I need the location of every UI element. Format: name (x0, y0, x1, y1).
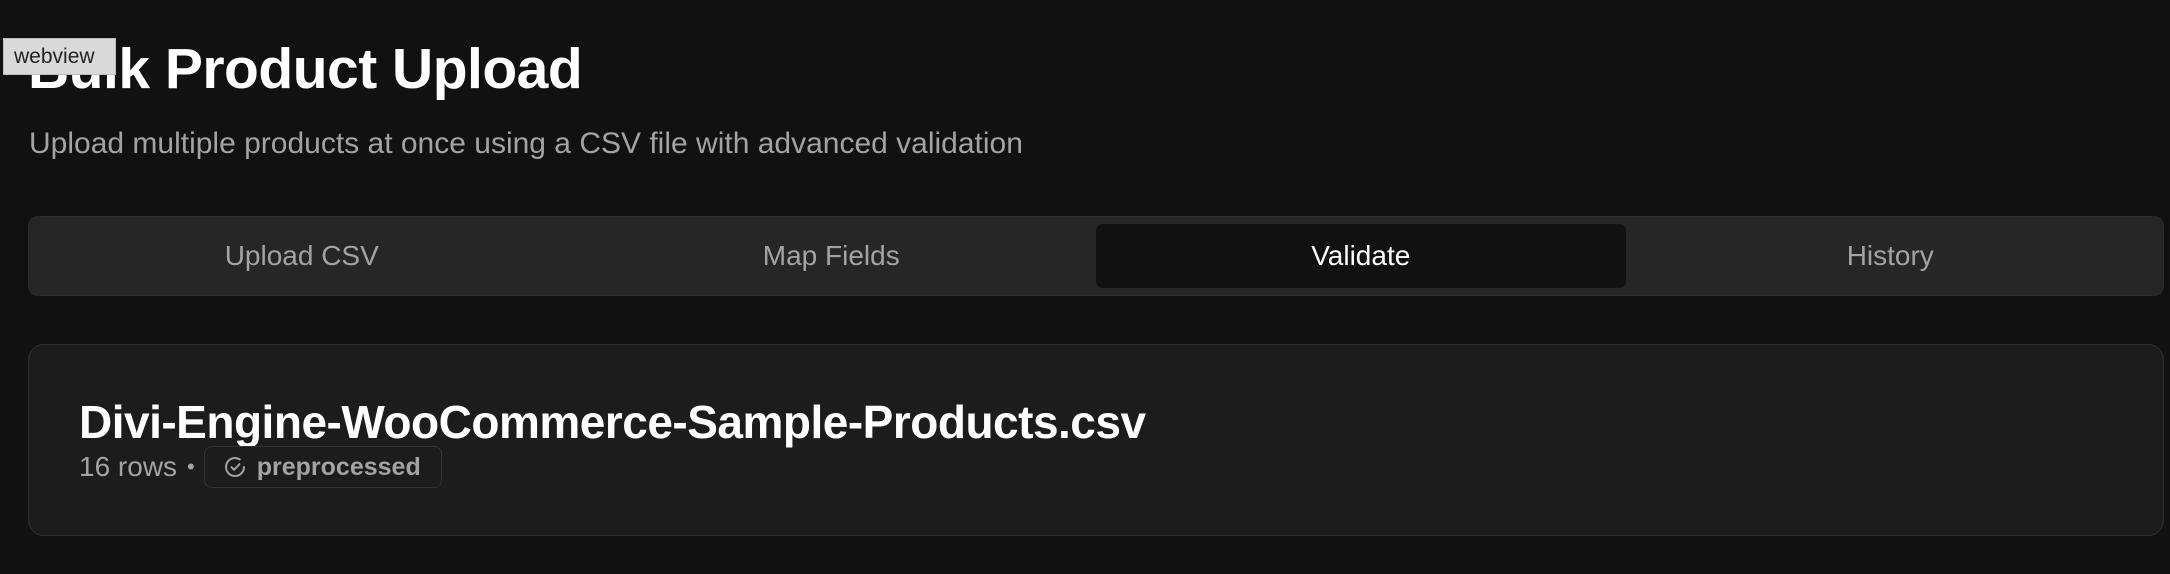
tab-validate[interactable]: Validate (1096, 224, 1626, 288)
check-circle-icon (223, 455, 247, 479)
file-card: Divi-Engine-WooCommerce-Sample-Products.… (28, 344, 2164, 536)
webview-label: webview (3, 38, 116, 75)
status-text: preprocessed (256, 452, 421, 481)
file-name: Divi-Engine-WooCommerce-Sample-Products.… (79, 396, 1146, 448)
tab-map-fields[interactable]: Map Fields (567, 224, 1097, 288)
step-tabs: Upload CSV Map Fields Validate History (28, 216, 2164, 296)
meta-separator: • (187, 454, 195, 479)
status-badge: preprocessed (203, 446, 442, 488)
bulk-upload-page: webview Bulk Product Upload Upload multi… (0, 0, 2170, 574)
tab-upload-csv[interactable]: Upload CSV (37, 224, 567, 288)
row-count: 16 rows (79, 451, 178, 482)
page-subtitle: Upload multiple products at once using a… (29, 127, 1023, 160)
tab-history[interactable]: History (1626, 224, 2156, 288)
file-meta: 16 rows • preprocessed (79, 445, 442, 489)
